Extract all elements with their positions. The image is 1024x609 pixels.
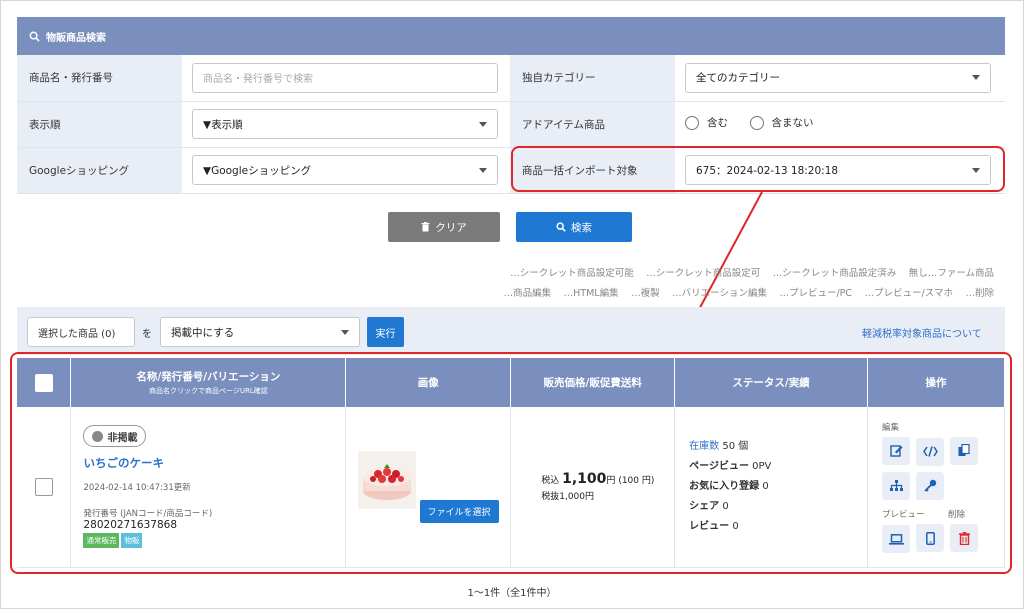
- chevron-down-icon: [479, 167, 487, 173]
- import-highlight-box: [511, 146, 1005, 192]
- chevron-down-icon: [479, 121, 487, 127]
- clear-button-label: クリア: [435, 221, 467, 234]
- add-item-label: アドアイテム商品: [510, 101, 675, 148]
- search-panel-title: 物販商品検索: [46, 32, 106, 44]
- tax-rate-link[interactable]: 軽減税率対象商品について: [862, 325, 982, 340]
- category-select[interactable]: 全てのカテゴリー: [685, 62, 991, 93]
- chevron-down-icon: [972, 75, 980, 81]
- bulk-particle: を: [142, 329, 152, 340]
- order-select[interactable]: ▼表示順: [192, 109, 498, 139]
- google-shopping-select[interactable]: ▼Googleショッピング: [192, 155, 498, 185]
- add-item-exclude-radio[interactable]: 含まない: [749, 115, 814, 130]
- radio-circle: [749, 115, 764, 130]
- search-icon: [29, 31, 40, 42]
- chevron-down-icon: [341, 329, 349, 335]
- legend-actions: …商品編集 …HTML編集 …複製 …バリエーション編集 …プレビュー/PC ……: [503, 288, 994, 299]
- google-select-value: ▼Googleショッピング: [203, 164, 312, 177]
- add-item-include-radio[interactable]: 含む: [685, 115, 728, 130]
- google-label: Googleショッピング: [17, 147, 182, 194]
- search-panel-header: 物販商品検索: [17, 17, 1005, 55]
- order-select-value: ▼表示順: [203, 118, 243, 131]
- search-icon: [556, 222, 566, 232]
- table-highlight-box: [10, 352, 1012, 574]
- add-item-include-label: 含む: [707, 117, 728, 130]
- selected-count-box: 選択した商品 (0): [27, 317, 135, 347]
- result-count: 1〜1件（全1件中）: [467, 588, 557, 599]
- search-button-label: 検索: [571, 221, 592, 234]
- radio-circle: [685, 115, 699, 130]
- add-item-exclude-label: 含まない: [771, 117, 814, 130]
- category-label: 独自カテゴリー: [510, 55, 675, 102]
- bulk-action-select[interactable]: 掲載中にする: [160, 317, 360, 347]
- category-select-value: 全てのカテゴリー: [696, 72, 780, 85]
- clear-button[interactable]: クリア: [388, 212, 500, 242]
- trash-icon: [421, 222, 430, 232]
- search-button[interactable]: 検索: [516, 212, 632, 242]
- run-button[interactable]: 実行: [367, 317, 404, 347]
- legend-secret: …シークレット商品設定可能 …シークレット商品設定可 …シークレット商品設定済み…: [510, 268, 994, 279]
- name-search-input[interactable]: 商品名・発行番号で検索: [192, 62, 498, 93]
- bulk-action-value: 掲載中にする: [171, 326, 235, 339]
- name-label: 商品名・発行番号: [17, 55, 182, 102]
- order-label: 表示順: [17, 101, 182, 148]
